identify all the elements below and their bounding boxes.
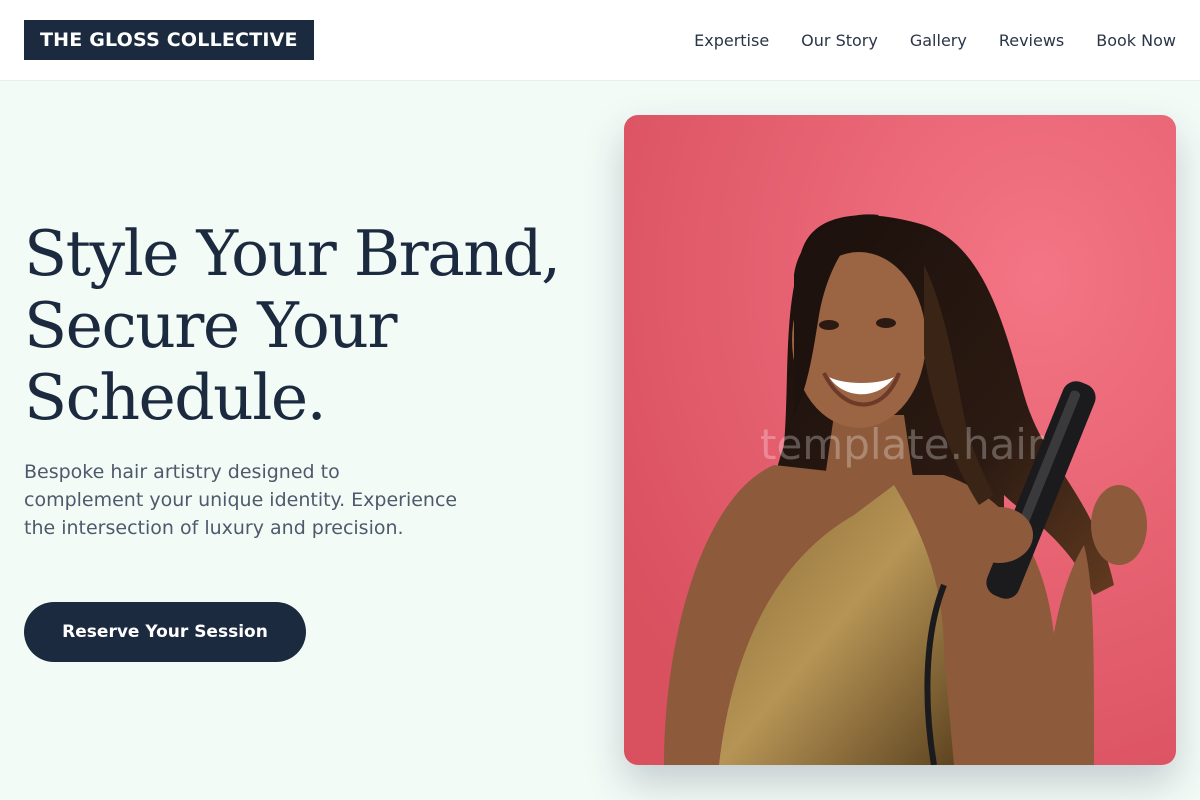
reserve-session-button[interactable]: Reserve Your Session	[24, 602, 306, 662]
nav-link-gallery[interactable]: Gallery	[910, 31, 967, 50]
brand-logo[interactable]: THE GLOSS COLLECTIVE	[24, 20, 314, 60]
image-watermark: template.hair	[760, 420, 1045, 469]
nav-link-book-now[interactable]: Book Now	[1096, 31, 1176, 50]
hero-title-line-2: Secure Your	[24, 289, 397, 362]
hero-subtitle: Bespoke hair artistry designed to comple…	[24, 461, 458, 539]
hero-title: Style Your Brand, Secure Your Schedule.	[24, 218, 584, 434]
nav-link-reviews[interactable]: Reviews	[999, 31, 1064, 50]
site-header: THE GLOSS COLLECTIVE Expertise Our Story…	[0, 0, 1200, 81]
nav-link-our-story[interactable]: Our Story	[801, 31, 878, 50]
hero-title-line-3: Schedule.	[24, 361, 327, 434]
hero-title-line-1: Style Your Brand,	[24, 217, 561, 290]
nav-link-expertise[interactable]: Expertise	[694, 31, 769, 50]
main-nav: Expertise Our Story Gallery Reviews Book…	[694, 0, 1176, 80]
